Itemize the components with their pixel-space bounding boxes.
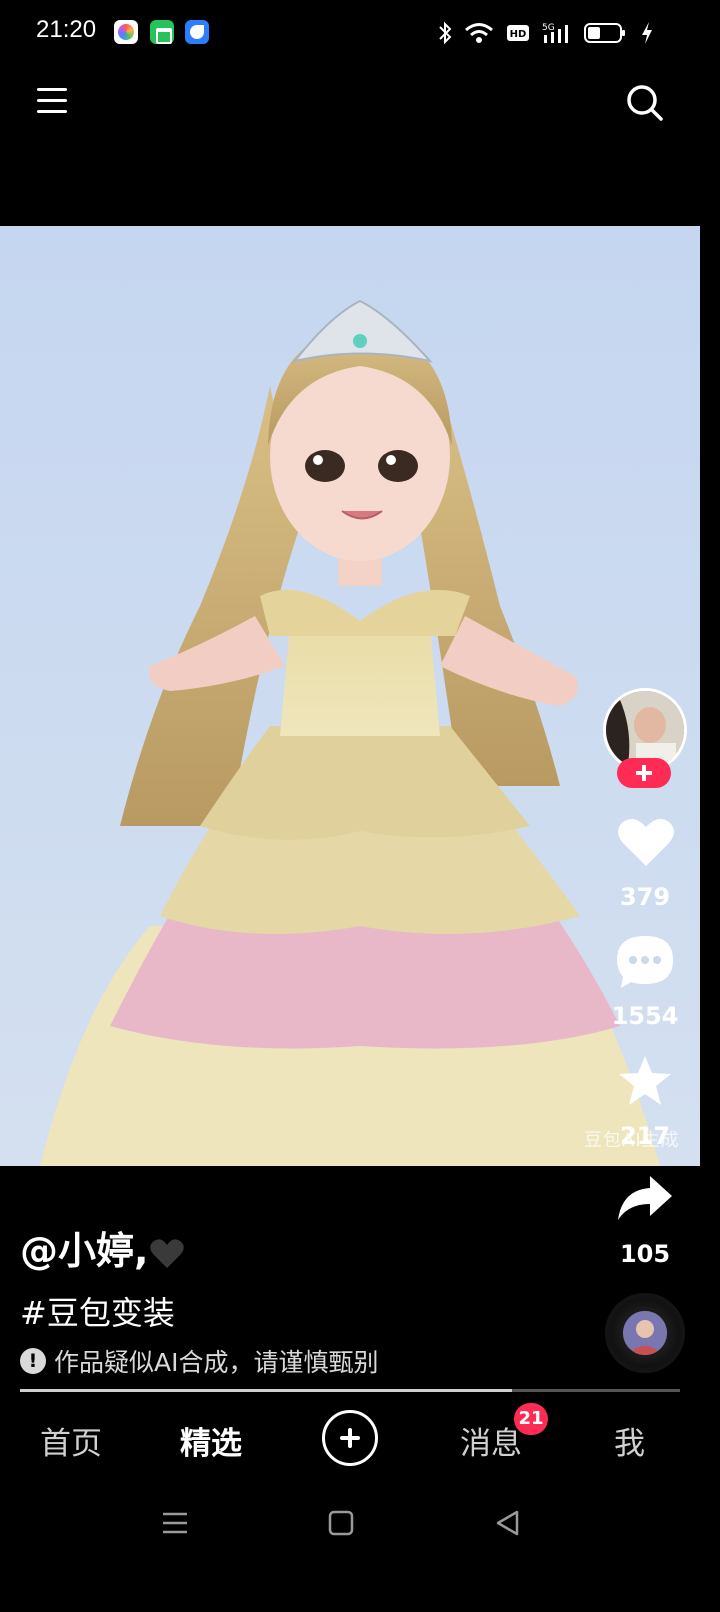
share-count: 105: [619, 1240, 671, 1268]
music-disc[interactable]: [605, 1293, 685, 1373]
tab-featured[interactable]: 精选: [180, 1418, 242, 1463]
warning-icon: !: [20, 1348, 46, 1374]
signal-5g-icon: 5G: [542, 23, 568, 43]
music-cover-image: [623, 1311, 667, 1355]
favorite-count: 217: [619, 1122, 671, 1150]
comment-count: 1554: [611, 1002, 679, 1030]
like-icon[interactable]: [617, 816, 675, 868]
post-username[interactable]: @小婷,: [20, 1220, 185, 1275]
hd-icon: HD: [507, 25, 529, 41]
shopping-bag-icon: [150, 20, 174, 44]
svg-text:HD: HD: [510, 29, 527, 40]
back-icon[interactable]: [493, 1508, 523, 1538]
wifi-icon: [465, 23, 493, 43]
follow-button[interactable]: [617, 758, 671, 788]
messages-badge: 21: [514, 1403, 548, 1435]
status-time: 21:20: [36, 16, 97, 43]
recent-apps-icon[interactable]: [160, 1508, 190, 1538]
home-icon[interactable]: [326, 1508, 356, 1538]
bluetooth-icon: [439, 21, 452, 45]
tab-home[interactable]: 首页: [40, 1418, 102, 1463]
tab-me[interactable]: 我: [614, 1418, 645, 1463]
black-heart-icon: [150, 1238, 185, 1268]
username-text: @小婷,: [20, 1229, 149, 1273]
browser-icon: [185, 20, 209, 44]
like-count: 379: [619, 883, 671, 911]
video-player[interactable]: [0, 226, 700, 1166]
post-hashtag[interactable]: #豆包变装: [20, 1288, 175, 1334]
video-progress[interactable]: [20, 1389, 680, 1392]
tab-messages[interactable]: 消息: [460, 1418, 522, 1463]
battery-icon: [584, 23, 625, 43]
progress-fill: [20, 1389, 512, 1392]
ai-app-icon: [114, 20, 138, 44]
status-bar: 21:20 HD 5G: [0, 0, 720, 66]
share-icon[interactable]: [616, 1174, 674, 1224]
menu-icon[interactable]: [37, 86, 69, 116]
charging-icon: [642, 22, 652, 44]
svg-text:5G: 5G: [542, 23, 555, 33]
ai-notice-text: 作品疑似AI合成，请谨慎甄别: [54, 1348, 379, 1377]
comment-icon[interactable]: [615, 934, 675, 990]
star-icon[interactable]: [617, 1054, 673, 1108]
ai-notice: ! 作品疑似AI合成，请谨慎甄别: [20, 1344, 378, 1378]
search-icon[interactable]: [626, 84, 664, 122]
status-indicators: HD 5G: [438, 18, 654, 48]
princess-figure-image: [0, 226, 700, 1166]
create-button[interactable]: [322, 1410, 378, 1466]
